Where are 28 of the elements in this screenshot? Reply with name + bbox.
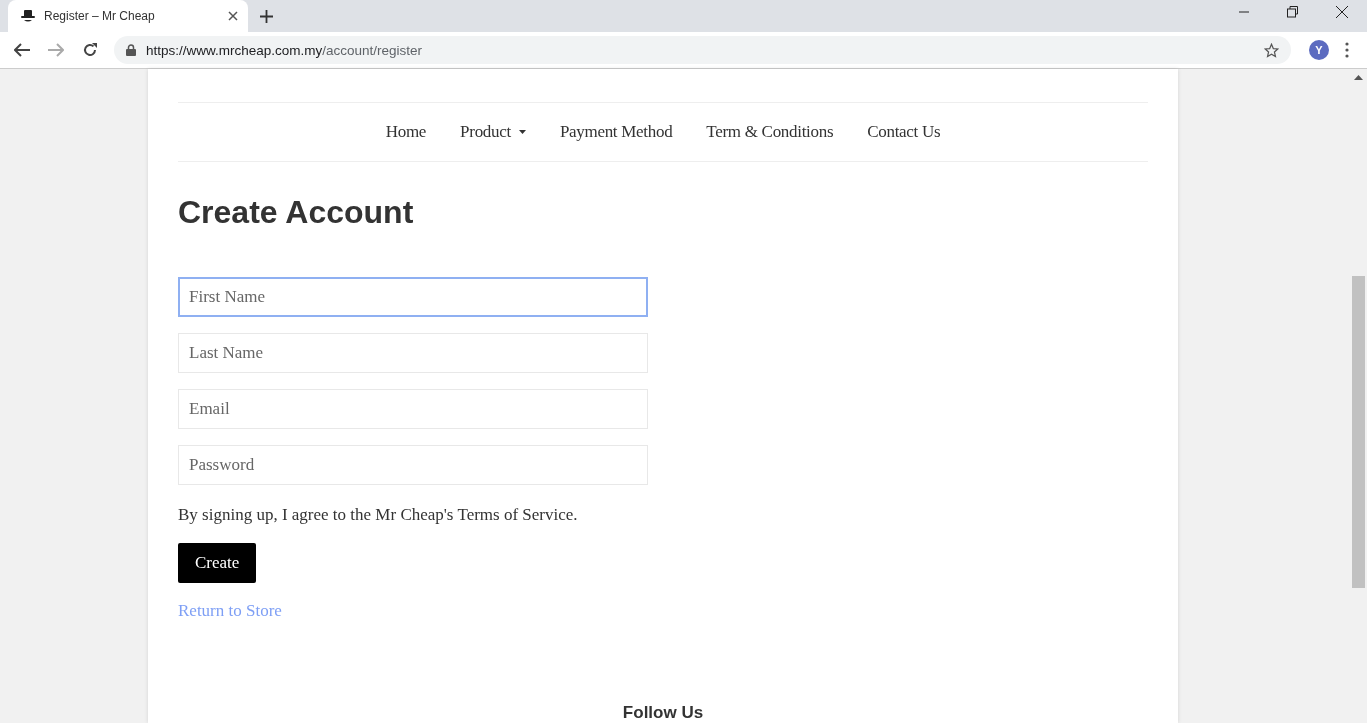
lock-icon xyxy=(126,44,136,56)
restore-icon[interactable] xyxy=(1287,6,1298,18)
page-heading: Create Account xyxy=(178,194,414,231)
input-field[interactable]: First Name xyxy=(178,277,648,317)
nav-link[interactable]: Contact Us xyxy=(867,122,941,142)
menu-icon[interactable] xyxy=(1345,42,1349,58)
hat-icon xyxy=(20,10,36,22)
back-icon[interactable] xyxy=(14,43,30,57)
star-icon[interactable] xyxy=(1264,42,1279,58)
footer-heading: Follow Us xyxy=(622,703,704,722)
scroll-up-icon[interactable] xyxy=(1354,75,1363,80)
nav-link[interactable]: Term & Conditions xyxy=(706,122,834,142)
terms-text: By signing up, I agree to the Mr Cheap's Terms of Service. xyxy=(178,505,578,525)
nav-link[interactable]: Home xyxy=(385,122,427,142)
close-icon[interactable] xyxy=(1336,6,1348,18)
new-tab-icon[interactable] xyxy=(260,9,273,23)
nav-link[interactable]: Product xyxy=(460,122,526,142)
reload-icon[interactable] xyxy=(82,42,98,58)
browser-tab[interactable]: Register – Mr Cheap xyxy=(8,0,248,32)
address-bar[interactable]: https://www.mrcheap.com.my/account/register xyxy=(114,36,1291,64)
profile-avatar[interactable]: Y xyxy=(1309,40,1329,60)
url-text: https://www.mrcheap.com.my/account/register xyxy=(146,42,423,58)
nav-link[interactable]: Payment Method xyxy=(559,122,673,142)
tab-title: Register – Mr Cheap xyxy=(44,9,156,23)
scrollbar-thumb[interactable] xyxy=(1352,276,1365,588)
caret-icon xyxy=(518,130,526,134)
close-icon[interactable] xyxy=(228,11,238,21)
create-button[interactable]: Create xyxy=(178,543,257,583)
